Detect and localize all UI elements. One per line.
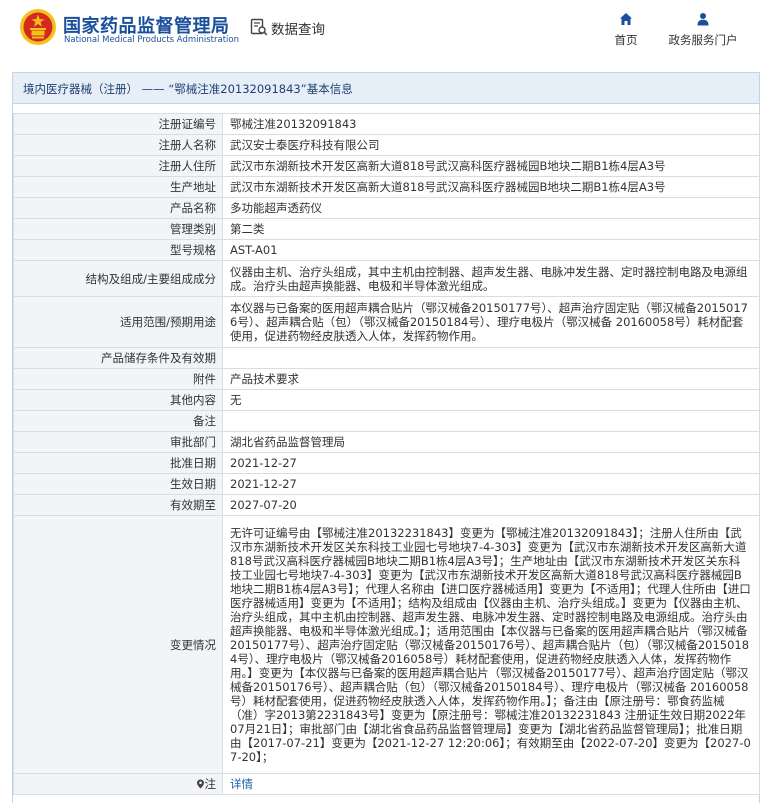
- table-row: 产品储存条件及有效期: [13, 347, 760, 369]
- table-row: 适用范围/预期用途 本仪器与已备案的医用超声耦合贴片（鄂汉械备20150177号…: [13, 296, 760, 348]
- table-row: 审批部门 湖北省药品监督管理局: [13, 431, 760, 453]
- row-value: 仪器由主机、治疗头组成，其中主机由控制器、超声发生器、电脉冲发生器、定时器控制电…: [222, 260, 760, 297]
- table-row: 管理类别 第二类: [13, 218, 760, 240]
- data-query-icon: [250, 18, 268, 36]
- row-label: 产品储存条件及有效期: [13, 347, 223, 369]
- row-value: [222, 347, 760, 369]
- details-link[interactable]: 详情: [230, 777, 253, 791]
- table-row: 生产地址 武汉市东湖新技术开发区高新大道818号武汉高科医疗器械园B地块二期B1…: [13, 176, 760, 198]
- row-value: [222, 410, 760, 432]
- row-value: AST-A01: [222, 239, 760, 261]
- row-label: 注册人住所: [13, 155, 223, 177]
- table-row: 有效期至 2027-07-20: [13, 494, 760, 516]
- row-value: 武汉安士泰医疗科技有限公司: [222, 134, 760, 156]
- row-value: 2021-12-27: [222, 473, 760, 495]
- table-row: 变更情况 无许可证编号由【鄂械注准20132231843】变更为【鄂械注准201…: [13, 515, 760, 774]
- table-row: 注册人名称 武汉安士泰医疗科技有限公司: [13, 134, 760, 156]
- row-value: 鄂械注准20132091843: [222, 113, 760, 135]
- row-value: 多功能超声透药仪: [222, 197, 760, 219]
- row-label: 注册人名称: [13, 134, 223, 156]
- detail-panel: 境内医疗器械（注册） —— “鄂械注准20132091843”基本信息 注册证编…: [12, 72, 760, 803]
- row-label: 结构及组成/主要组成成分: [13, 260, 223, 297]
- site-header: 国家药品监督管理局 National Medical Products Admi…: [0, 0, 761, 63]
- note-label: 注: [204, 777, 217, 791]
- table-row: 批准日期 2021-12-27: [13, 452, 760, 474]
- row-label: 有效期至: [13, 494, 223, 516]
- row-value: 2027-07-20: [222, 494, 760, 516]
- row-label: 附件: [13, 368, 223, 390]
- table-row: 注 详情: [13, 773, 760, 795]
- row-value: 湖北省药品监督管理局: [222, 431, 760, 453]
- table-row: 型号规格 AST-A01: [13, 239, 760, 261]
- table-row: 结构及组成/主要组成成分 仪器由主机、治疗头组成，其中主机由控制器、超声发生器、…: [13, 260, 760, 297]
- data-query-label[interactable]: 数据查询: [271, 18, 325, 38]
- row-label: 适用范围/预期用途: [13, 296, 223, 348]
- row-label: 生效日期: [13, 473, 223, 495]
- home-icon: [620, 13, 632, 25]
- row-label: 变更情况: [13, 515, 223, 774]
- breadcrumb-category-link[interactable]: 境内医疗器械（注册）: [23, 82, 138, 96]
- nav-portal-label: 政务服务门户: [668, 33, 738, 47]
- row-value: 本仪器与已备案的医用超声耦合贴片（鄂汉械备20150177号）、超声治疗固定贴（…: [222, 296, 760, 348]
- row-value: 无: [222, 389, 760, 411]
- user-icon: [697, 13, 709, 26]
- row-value: 2021-12-27: [222, 452, 760, 474]
- table-row: 注册人住所 武汉市东湖新技术开发区高新大道818号武汉高科医疗器械园B地块二期B…: [13, 155, 760, 177]
- table-row: 其他内容 无: [13, 389, 760, 411]
- breadcrumb-separator: ——: [141, 82, 165, 96]
- row-label: 审批部门: [13, 431, 223, 453]
- row-label: 生产地址: [13, 176, 223, 198]
- table-row: 备注: [13, 410, 760, 432]
- row-label: 注: [13, 773, 223, 795]
- nav-home-button[interactable]: 首页: [608, 12, 644, 52]
- row-label: 管理类别: [13, 218, 223, 240]
- site-logo-subtitle: National Medical Products Administration: [64, 35, 239, 45]
- change-history-value: 无许可证编号由【鄂械注准20132231843】变更为【鄂械注准20132091…: [222, 515, 760, 774]
- row-label: 备注: [13, 410, 223, 432]
- nav-portal-button[interactable]: 政务服务门户: [660, 12, 746, 52]
- row-value: 第二类: [222, 218, 760, 240]
- row-label: 产品名称: [13, 197, 223, 219]
- table-row: 生效日期 2021-12-27: [13, 473, 760, 495]
- national-emblem-icon[interactable]: [19, 8, 57, 46]
- row-label: 注册证编号: [13, 113, 223, 135]
- row-value: 武汉市东湖新技术开发区高新大道818号武汉高科医疗器械园B地块二期B1栋4层A3…: [222, 176, 760, 198]
- breadcrumb-title: “鄂械注准20132091843”基本信息: [168, 82, 353, 96]
- table-row: 注册证编号 鄂械注准20132091843: [13, 113, 760, 135]
- table-row: 附件 产品技术要求: [13, 368, 760, 390]
- registration-info-table: 注册证编号 鄂械注准20132091843 注册人名称 武汉安士泰医疗科技有限公…: [13, 113, 760, 795]
- breadcrumb: 境内医疗器械（注册） —— “鄂械注准20132091843”基本信息: [13, 73, 759, 104]
- location-pin-icon: [196, 779, 204, 789]
- row-value: 详情: [222, 773, 760, 795]
- table-row: 产品名称 多功能超声透药仪: [13, 197, 760, 219]
- row-value: 武汉市东湖新技术开发区高新大道818号武汉高科医疗器械园B地块二期B1栋4层A3…: [222, 155, 760, 177]
- row-value: 产品技术要求: [222, 368, 760, 390]
- nav-home-label: 首页: [614, 33, 638, 47]
- row-label: 型号规格: [13, 239, 223, 261]
- row-label: 其他内容: [13, 389, 223, 411]
- row-label: 批准日期: [13, 452, 223, 474]
